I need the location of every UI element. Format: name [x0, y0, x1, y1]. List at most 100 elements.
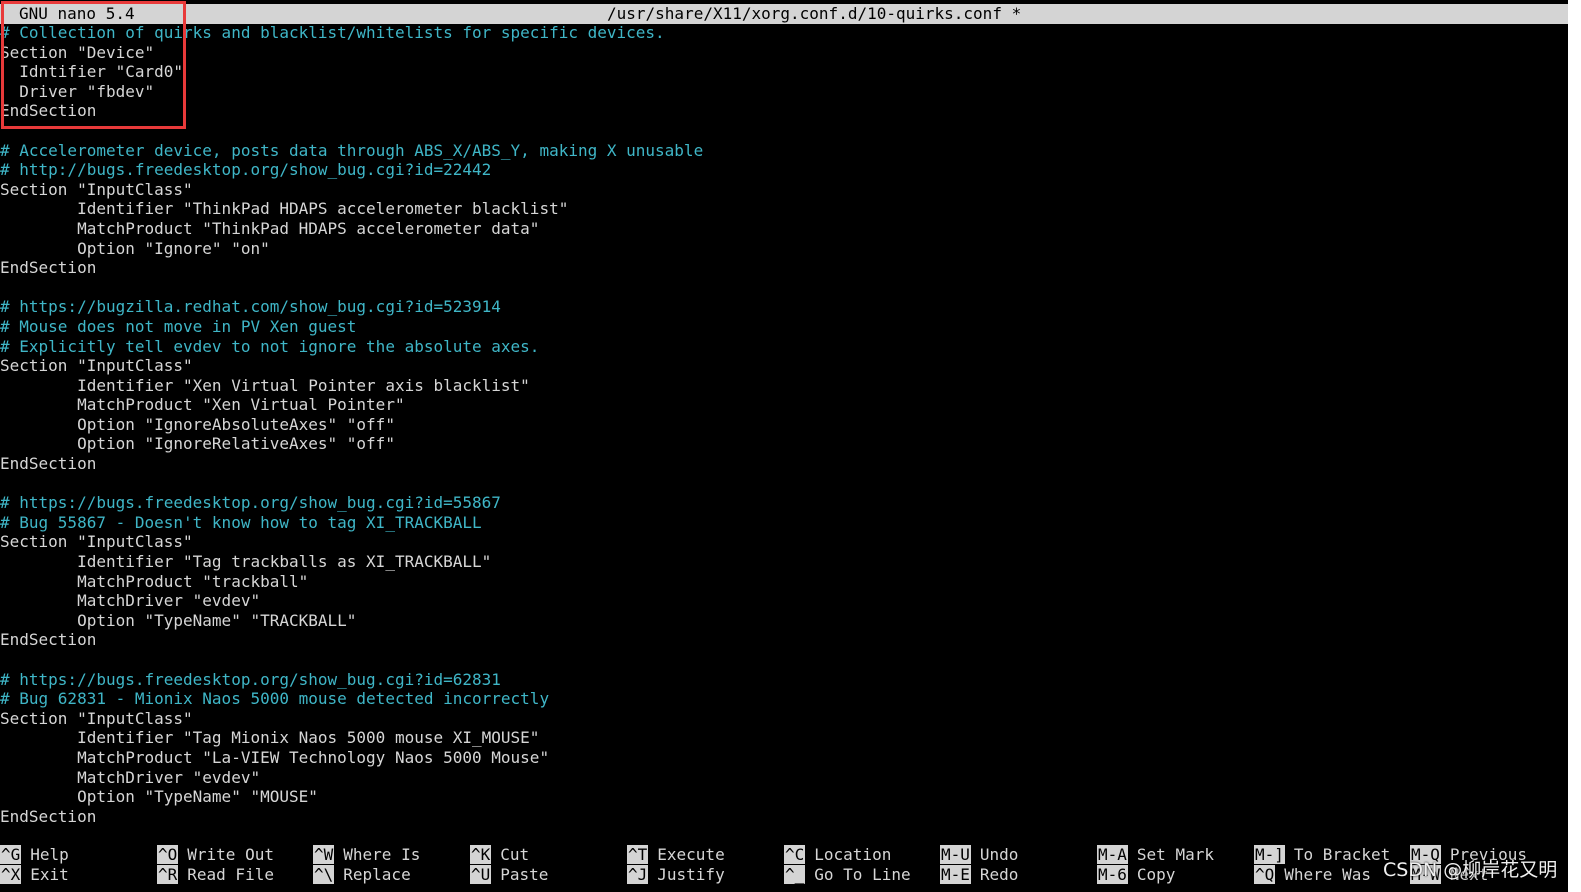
config-line[interactable]: Identifier "Xen Virtual Pointer axis bla…: [0, 376, 1568, 396]
comment-line[interactable]: # Bug 62831 - Mionix Naos 5000 mouse det…: [0, 689, 1568, 709]
config-line[interactable]: Option "IgnoreRelativeAxes" "off": [0, 434, 1568, 454]
comment-line[interactable]: # Bug 55867 - Doesn't know how to tag XI…: [0, 513, 1568, 533]
shortcut-label: Help: [30, 845, 69, 864]
comment-line[interactable]: # https://bugs.freedesktop.org/show_bug.…: [0, 670, 1568, 690]
shortcut-label: Justify: [657, 864, 725, 884]
shortcut-item[interactable]: ^O Write Out: [157, 845, 274, 865]
shortcut-label: Go To Line: [814, 864, 911, 884]
shortcut-label: Where Was: [1284, 864, 1371, 884]
shortcut-item[interactable]: ^C Location: [784, 845, 891, 865]
shortcut-key: ^J: [627, 864, 649, 884]
shortcut-item[interactable]: M-U Undo: [940, 845, 1018, 865]
shortcut-item[interactable]: ^_ Go To Line: [784, 864, 911, 885]
config-line[interactable]: Identifier "Tag Mionix Naos 5000 mouse X…: [0, 728, 1568, 748]
config-line[interactable]: MatchDriver "evdev": [0, 591, 1568, 611]
shortcut-key: ^R: [157, 864, 179, 884]
config-line[interactable]: Identifier "ThinkPad HDAPS accelerometer…: [0, 199, 1568, 219]
config-line[interactable]: Option "Ignore" "on": [0, 239, 1568, 259]
shortcut-label: Where Is: [343, 845, 421, 864]
shortcut-key: ^T: [627, 845, 649, 864]
shortcut-item[interactable]: ^\ Replace: [313, 864, 411, 885]
shortcut-label: Exit: [30, 864, 69, 884]
shortcut-item[interactable]: M-] To Bracket: [1254, 845, 1390, 865]
shortcut-item[interactable]: ^K Cut: [470, 845, 529, 865]
shortcut-item[interactable]: ^G Help: [0, 845, 69, 865]
config-line[interactable]: [0, 121, 1568, 141]
config-line[interactable]: MatchProduct "Xen Virtual Pointer": [0, 395, 1568, 415]
config-line[interactable]: Option "IgnoreAbsoluteAxes" "off": [0, 415, 1568, 435]
config-line[interactable]: Section "InputClass": [0, 709, 1568, 729]
config-line[interactable]: MatchProduct "trackball": [0, 572, 1568, 592]
shortcut-key: ^X: [0, 864, 22, 884]
config-line[interactable]: EndSection: [0, 807, 1568, 827]
config-line[interactable]: Section "InputClass": [0, 532, 1568, 552]
config-line[interactable]: Section "InputClass": [0, 180, 1568, 200]
comment-line[interactable]: # Accelerometer device, posts data throu…: [0, 141, 1568, 161]
config-line[interactable]: Option "TypeName" "TRACKBALL": [0, 611, 1568, 631]
shortcut-key: M-U: [940, 845, 971, 864]
config-line[interactable]: Section "InputClass": [0, 356, 1568, 376]
config-line[interactable]: Section "Device": [0, 43, 1568, 63]
config-line[interactable]: MatchProduct "La-VIEW Technology Naos 50…: [0, 748, 1568, 768]
shortcut-label: Execute: [657, 845, 725, 864]
comment-line[interactable]: # https://bugs.freedesktop.org/show_bug.…: [0, 493, 1568, 513]
shortcut-key: ^C: [784, 845, 806, 864]
comment-line[interactable]: # https://bugzilla.redhat.com/show_bug.c…: [0, 297, 1568, 317]
shortcut-item[interactable]: M-E Redo: [940, 864, 1019, 885]
shortcut-item[interactable]: ^U Paste: [470, 864, 549, 885]
shortcut-key: ^K: [470, 845, 492, 864]
config-line[interactable]: EndSection: [0, 258, 1568, 278]
shortcut-key: M-E: [940, 864, 971, 884]
shortcut-item[interactable]: ^W Where Is: [313, 845, 420, 865]
config-line[interactable]: Identifier "Tag trackballs as XI_TRACKBA…: [0, 552, 1568, 572]
config-line[interactable]: MatchDriver "evdev": [0, 768, 1568, 788]
config-line[interactable]: EndSection: [0, 630, 1568, 650]
shortcut-label: Paste: [500, 864, 549, 884]
config-line[interactable]: EndSection: [0, 454, 1568, 474]
shortcut-item[interactable]: ^Q Where Was: [1254, 864, 1371, 885]
config-line[interactable]: Option "TypeName" "MOUSE": [0, 787, 1568, 807]
shortcut-label: Set Mark: [1136, 845, 1214, 864]
shortcut-key: ^O: [157, 845, 179, 864]
shortcut-label: Redo: [979, 864, 1019, 884]
shortcut-key: M-A: [1097, 845, 1128, 864]
shortcut-item[interactable]: ^R Read File: [157, 864, 274, 885]
config-line[interactable]: [0, 650, 1568, 670]
shortcut-key: ^Q: [1254, 864, 1276, 884]
config-line[interactable]: Idntifier "Card0": [0, 62, 1568, 82]
shortcut-label: To Bracket: [1293, 845, 1391, 864]
shortcut-item[interactable]: ^X Exit: [0, 864, 69, 885]
comment-line[interactable]: # Mouse does not move in PV Xen guest: [0, 317, 1568, 337]
shortcut-item[interactable]: M-6 Copy: [1097, 864, 1176, 885]
shortcut-item[interactable]: ^J Justify: [627, 864, 725, 885]
shortcut-key: ^_: [784, 864, 806, 884]
comment-line[interactable]: # http://bugs.freedesktop.org/show_bug.c…: [0, 160, 1568, 180]
editor-text-area[interactable]: # Collection of quirks and blacklist/whi…: [0, 23, 1568, 826]
config-line[interactable]: Driver "fbdev": [0, 82, 1568, 102]
shortcut-bar: ^G Help ^X Exit ^O Write Out ^R Read File ^W Wher…: [0, 845, 1568, 885]
shortcut-label: Read File: [187, 864, 274, 884]
nano-title-bar: GNU nano 5.4 /usr/share/X11/xorg.conf.d/…: [0, 4, 1568, 24]
window-edge: [1568, 0, 1581, 892]
watermark: CSDN @柳岸花又明: [1383, 859, 1558, 881]
shortcut-item[interactable]: M-A Set Mark: [1097, 845, 1214, 865]
shortcut-key: ^\: [313, 864, 335, 884]
shortcut-item[interactable]: ^T Execute: [627, 845, 725, 865]
shortcut-label: Copy: [1136, 864, 1176, 884]
shortcut-label: Location: [814, 845, 892, 864]
comment-line[interactable]: # Explicitly tell evdev to not ignore th…: [0, 337, 1568, 357]
shortcut-key: ^W: [313, 845, 335, 864]
shortcut-label: Cut: [500, 845, 530, 864]
app-title: GNU nano 5.4: [19, 4, 135, 23]
config-line[interactable]: [0, 474, 1568, 494]
shortcut-key: ^U: [470, 864, 492, 884]
shortcut-label: Write Out: [187, 845, 274, 864]
comment-line[interactable]: # Collection of quirks and blacklist/whi…: [0, 23, 1568, 43]
config-line[interactable]: [0, 278, 1568, 298]
config-line[interactable]: EndSection: [0, 101, 1568, 121]
shortcut-key: ^G: [0, 845, 22, 864]
config-line[interactable]: MatchProduct "ThinkPad HDAPS acceleromet…: [0, 219, 1568, 239]
shortcut-key: M-6: [1097, 864, 1128, 884]
shortcut-label: Replace: [343, 864, 411, 884]
file-path: /usr/share/X11/xorg.conf.d/10-quirks.con…: [607, 4, 1022, 23]
